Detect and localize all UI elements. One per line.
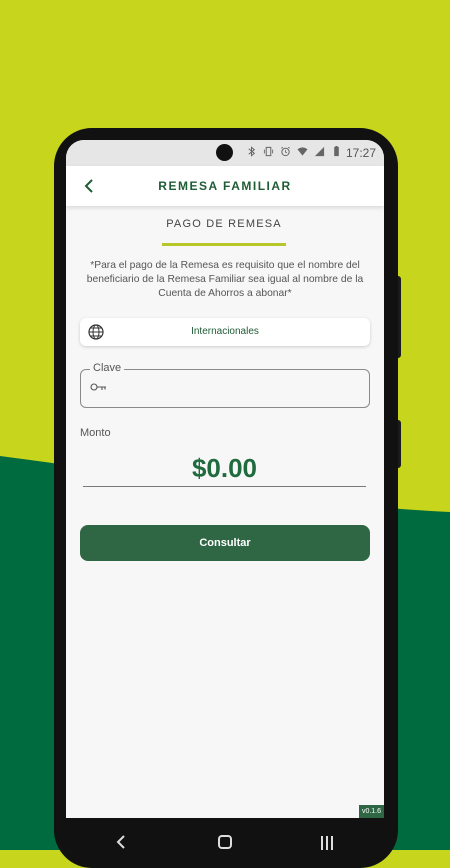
home-nav-icon[interactable]: [217, 834, 233, 850]
back-nav-icon[interactable]: [114, 834, 130, 850]
phone-screen: 17:27 REMESA FAMILIAR PAGO DE REMESA *Pa…: [66, 140, 384, 830]
amount-input[interactable]: $0.00: [83, 453, 366, 484]
app-header: REMESA FAMILIAR: [66, 166, 384, 206]
consultar-button[interactable]: Consultar: [80, 525, 370, 561]
bluetooth-icon: [248, 146, 256, 157]
monto-label: Monto: [80, 427, 111, 439]
front-camera: [216, 144, 233, 161]
tab-active-indicator: [162, 243, 286, 246]
signal-icon: [314, 146, 325, 157]
vibrate-icon: [263, 146, 274, 157]
requirement-note: *Para el pago de la Remesa es requisito …: [86, 260, 364, 299]
remittance-type-selector[interactable]: Internacionales: [80, 318, 370, 346]
clave-input[interactable]: Clave: [80, 362, 370, 408]
remittance-type-value: Internacionales: [191, 326, 259, 337]
clave-label: Clave: [90, 362, 125, 374]
recents-nav-icon[interactable]: [319, 834, 335, 850]
status-bar: 17:27: [66, 140, 384, 166]
tab-pago-de-remesa[interactable]: PAGO DE REMESA: [162, 218, 286, 244]
android-nav-bar: [66, 818, 384, 850]
page-title: REMESA FAMILIAR: [158, 179, 292, 193]
amount-underline: [83, 486, 366, 487]
key-icon: [90, 383, 106, 391]
alarm-icon: [281, 146, 290, 157]
version-badge: v0.1.6: [359, 805, 384, 819]
status-time: 17:27: [345, 146, 376, 160]
battery-icon: [334, 146, 339, 157]
wifi-icon: [297, 147, 308, 156]
